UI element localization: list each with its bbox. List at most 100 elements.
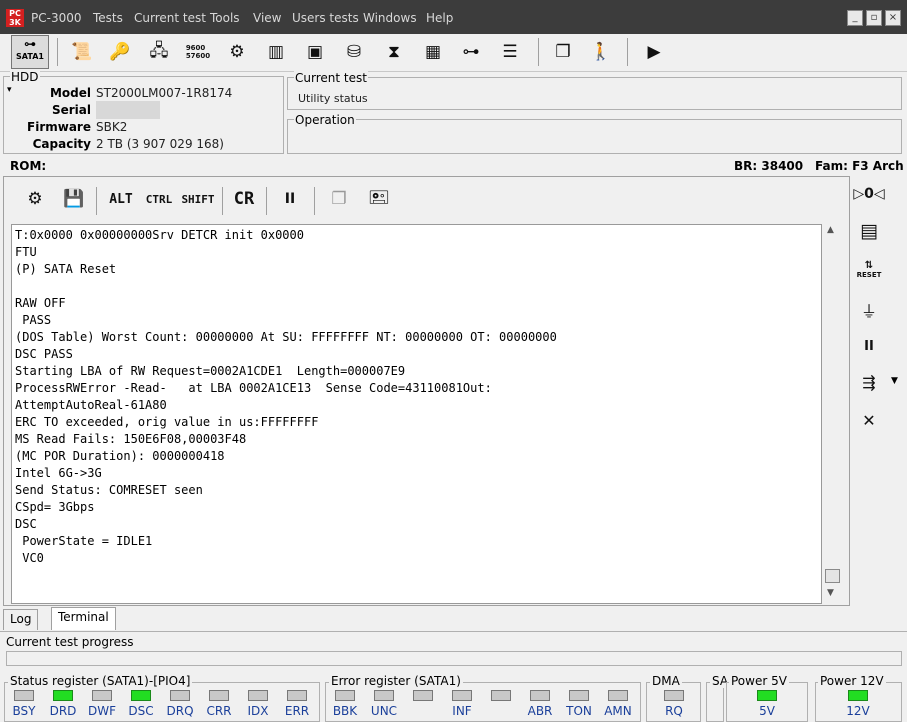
terminal-device-icon[interactable]: 🖭 bbox=[364, 183, 394, 215]
error-led-empty2 bbox=[413, 690, 433, 701]
model-value: ST2000LM007-1R8174 bbox=[96, 86, 233, 100]
cr-key-button[interactable]: CR bbox=[229, 183, 259, 215]
scroll-up-icon[interactable]: ▲ bbox=[827, 225, 834, 235]
capacity-label: Capacity bbox=[32, 137, 91, 151]
tab-log[interactable]: Log bbox=[3, 609, 39, 630]
sa-group: SA bbox=[706, 674, 731, 722]
terminal-toolbar: ⚙ 💾 ALT CTRL SHIFT CR II ❐ 🖭 bbox=[4, 177, 849, 223]
switch-icon[interactable]: ⏚ bbox=[851, 294, 887, 326]
exit-icon[interactable]: 🚶 bbox=[587, 34, 615, 70]
terminal-text: T:0x0000 0x00000000Srv DETCR init 0x0000… bbox=[15, 228, 557, 565]
menu-help[interactable]: Help bbox=[426, 11, 453, 25]
toolbar-separator bbox=[314, 187, 315, 215]
ctrl-key-button[interactable]: CTRL bbox=[142, 183, 176, 215]
error-led-empty4 bbox=[491, 690, 511, 701]
menu-view[interactable]: View bbox=[253, 11, 281, 25]
board-icon[interactable]: ▣ bbox=[301, 34, 329, 70]
copy-icon[interactable]: ❐ bbox=[324, 183, 354, 215]
toolbar-separator bbox=[627, 38, 628, 66]
divider bbox=[0, 631, 907, 632]
serial-label: Serial bbox=[51, 103, 91, 117]
status-led-drd bbox=[53, 690, 73, 701]
power-12v-bit-label: 12V bbox=[846, 704, 870, 718]
power-5v-label: Power 5V bbox=[729, 674, 789, 688]
app-logo: PC 3K bbox=[6, 9, 24, 27]
hdd-board-icon[interactable]: ▤ bbox=[851, 215, 887, 247]
toolbar-separator bbox=[538, 38, 539, 66]
scroll-thumb[interactable] bbox=[825, 569, 840, 583]
error-led-ton bbox=[569, 690, 589, 701]
disk-drive-icon[interactable]: ⛁ bbox=[340, 34, 368, 70]
window-title: PC-3000 bbox=[31, 11, 82, 25]
windows-icon[interactable]: ❐ bbox=[549, 34, 577, 70]
tree-icon[interactable]: ⊶ bbox=[457, 34, 485, 70]
status-register-label: Status register (SATA1)-[PIO4] bbox=[8, 674, 193, 688]
terminal-scrollbar[interactable]: ▲ ▼ bbox=[824, 224, 842, 604]
menu-current-test[interactable]: Current test bbox=[134, 11, 206, 25]
search-key-icon[interactable]: 🔑 bbox=[106, 34, 134, 70]
status-bit-label: CRR bbox=[206, 704, 232, 718]
shift-key-button[interactable]: SHIFT bbox=[180, 183, 216, 215]
sata-connector-icon: ⊶ bbox=[24, 37, 36, 51]
restore-button[interactable]: ▫ bbox=[866, 10, 882, 26]
serial-value-redacted bbox=[96, 101, 160, 119]
status-bit-label: DRD bbox=[49, 704, 77, 718]
rom-label: ROM: bbox=[10, 159, 47, 173]
side-pause-button[interactable]: II bbox=[851, 330, 887, 362]
alt-key-button[interactable]: ALT bbox=[105, 183, 137, 215]
dma-label: DMA bbox=[650, 674, 682, 688]
toolbar-separator bbox=[266, 187, 267, 215]
reset-button[interactable]: ⇅ RESET bbox=[851, 254, 887, 286]
play-icon[interactable]: ▶ bbox=[640, 34, 668, 70]
pause-button[interactable]: II bbox=[276, 183, 304, 215]
reset-label: RESET bbox=[856, 271, 882, 279]
toolbar-separator bbox=[222, 187, 223, 215]
menu-users-tests[interactable]: Users tests bbox=[292, 11, 359, 25]
sata-label: SATA1 bbox=[16, 52, 44, 61]
chip-icon[interactable]: ▥ bbox=[262, 34, 290, 70]
baud-rate-label: BR: 38400 bbox=[734, 159, 804, 173]
menu-tools[interactable]: Tools bbox=[210, 11, 240, 25]
stepper-icon[interactable]: ⇶ bbox=[851, 366, 887, 398]
toolbar-separator bbox=[96, 187, 97, 215]
scroll-icon[interactable]: 📜 bbox=[68, 34, 96, 70]
power-toggle-button[interactable]: ▷0◁ bbox=[851, 178, 887, 210]
status-bit-label: DRQ bbox=[166, 704, 194, 718]
status-led-bsy bbox=[14, 690, 34, 701]
error-register-label: Error register (SATA1) bbox=[329, 674, 463, 688]
hourglass-icon[interactable]: ⧗ bbox=[380, 34, 408, 70]
error-bit-label: UNC bbox=[370, 704, 398, 718]
terminal-panel: ⚙ 💾 ALT CTRL SHIFT CR II ❐ 🖭 T:0x0000 0x… bbox=[3, 176, 850, 606]
tools-icon[interactable]: ✕ bbox=[851, 404, 887, 436]
family-label: Fam: F3 Arch (c bbox=[815, 159, 907, 173]
save-disk-icon[interactable]: 💾 bbox=[59, 183, 89, 215]
minimize-button[interactable]: _ bbox=[847, 10, 863, 26]
error-bit-label: BBK bbox=[332, 704, 358, 718]
tab-terminal[interactable]: Terminal bbox=[51, 607, 116, 630]
status-register-group: Status register (SATA1)-[PIO4] BSY DRD DWF… bbox=[4, 674, 320, 722]
gear-gear-icon[interactable]: ⚙ bbox=[223, 34, 251, 70]
rom-status-bar: ROM: BR: 38400 Fam: F3 Arch (c bbox=[0, 156, 907, 176]
network-icon[interactable]: 🖧 bbox=[145, 34, 173, 70]
status-bit-label: DSC bbox=[128, 704, 154, 718]
list-icon[interactable]: ☰ bbox=[496, 34, 524, 70]
status-bit-label: IDX bbox=[247, 704, 269, 718]
menu-tests[interactable]: Tests bbox=[93, 11, 123, 25]
terminal-output[interactable]: T:0x0000 0x00000000Srv DETCR init 0x0000… bbox=[11, 224, 822, 604]
dropdown-arrow-icon[interactable]: ▼ bbox=[891, 376, 898, 386]
baud-icon[interactable]: 9600 57600 bbox=[184, 34, 212, 70]
progress-label: Current test progress bbox=[6, 635, 134, 649]
scroll-down-icon[interactable]: ▼ bbox=[827, 588, 834, 598]
grid-icon[interactable]: ▦ bbox=[419, 34, 447, 70]
current-test-value: Utility status bbox=[298, 92, 368, 105]
reset-arrow-icon: ⇅ bbox=[864, 260, 874, 271]
hdd-group-label: HDD bbox=[10, 70, 40, 84]
menu-windows[interactable]: Windows bbox=[363, 11, 417, 25]
settings-page-icon[interactable]: ⚙ bbox=[20, 183, 50, 215]
firmware-label: Firmware bbox=[27, 120, 91, 134]
status-led-dsc bbox=[131, 690, 151, 701]
sata-port-button[interactable]: ⊶ SATA1 bbox=[11, 35, 49, 69]
close-button[interactable]: × bbox=[885, 10, 901, 26]
error-register-group: Error register (SATA1) BBK UNC INF ABR TON AM… bbox=[325, 674, 641, 722]
error-led-amn bbox=[608, 690, 628, 701]
